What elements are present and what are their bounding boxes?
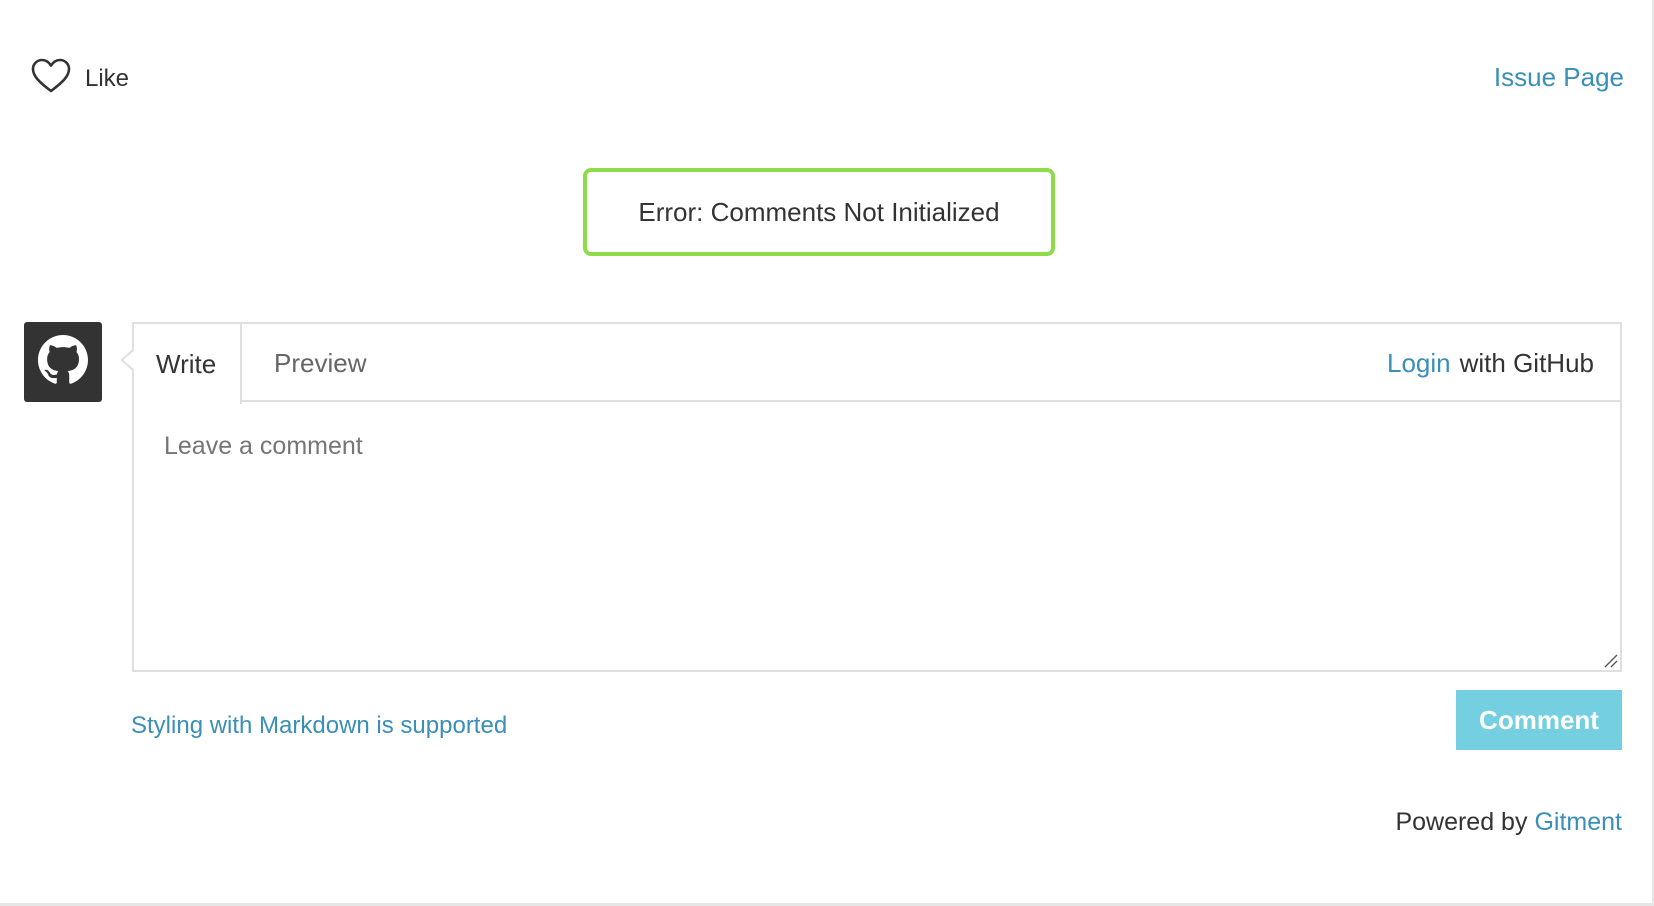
heart-icon — [31, 58, 71, 99]
comment-button[interactable]: Comment — [1456, 690, 1622, 750]
github-icon — [38, 334, 88, 390]
login-link[interactable]: Login — [1387, 348, 1451, 379]
error-message: Error: Comments Not Initialized — [638, 196, 1000, 227]
powered-by: Powered by Gitment — [1395, 808, 1622, 837]
editor-tabs: Write Preview Login with GitHub — [134, 324, 1620, 404]
tab-preview[interactable]: Preview — [242, 324, 366, 402]
issue-page-link[interactable]: Issue Page — [1494, 62, 1624, 93]
comment-editor: Write Preview Login with GitHub — [120, 322, 1622, 672]
avatar[interactable] — [24, 322, 102, 402]
comment-input[interactable] — [134, 402, 1620, 670]
error-message-box: Error: Comments Not Initialized — [583, 168, 1055, 256]
like-label: Like — [85, 64, 130, 92]
like-button[interactable]: Like — [31, 58, 129, 99]
markdown-help-link[interactable]: Styling with Markdown is supported — [131, 712, 507, 740]
powered-by-label: Powered by — [1395, 808, 1528, 836]
login-area: Login with GitHub — [1387, 324, 1594, 402]
resize-grip-icon[interactable] — [1602, 652, 1618, 668]
gitment-comments-page: Like Issue Page Error: Comments Not Init… — [0, 0, 1654, 906]
gitment-link[interactable]: Gitment — [1534, 808, 1622, 836]
login-suffix: with GitHub — [1459, 347, 1594, 378]
tab-write[interactable]: Write — [134, 324, 242, 404]
editor-pointer — [120, 348, 135, 372]
